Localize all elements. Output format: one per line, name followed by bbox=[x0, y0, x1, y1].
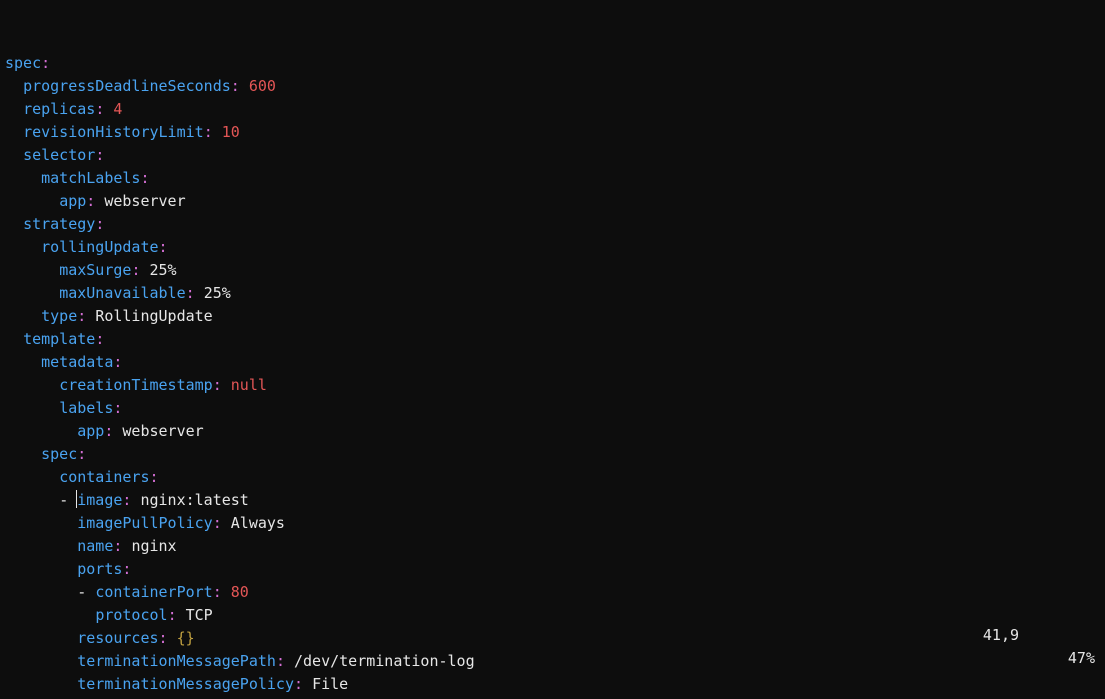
code-line: strategy: bbox=[5, 213, 1100, 236]
code-line: rollingUpdate: bbox=[5, 236, 1100, 259]
code-line: app: webserver bbox=[5, 420, 1100, 443]
code-line: terminationMessagePolicy: File bbox=[5, 673, 1100, 696]
code-line: creationTimestamp: null bbox=[5, 374, 1100, 397]
code-line: ports: bbox=[5, 558, 1100, 581]
code-line: maxUnavailable: 25% bbox=[5, 282, 1100, 305]
code-editor[interactable]: spec: progressDeadlineSeconds: 600 repli… bbox=[0, 0, 1105, 699]
code-line: app: webserver bbox=[5, 190, 1100, 213]
code-line: type: RollingUpdate bbox=[5, 305, 1100, 328]
code-line: - containerPort: 80 bbox=[5, 581, 1100, 604]
code-line: containers: bbox=[5, 466, 1100, 489]
code-line: spec: bbox=[5, 52, 1100, 75]
code-line: selector: bbox=[5, 144, 1100, 167]
code-line: metadata: bbox=[5, 351, 1100, 374]
code-line: terminationMessagePath: /dev/termination… bbox=[5, 650, 1100, 673]
yaml-code: spec: progressDeadlineSeconds: 600 repli… bbox=[5, 52, 1100, 699]
code-line: name: nginx bbox=[5, 535, 1100, 558]
code-line: revisionHistoryLimit: 10 bbox=[5, 121, 1100, 144]
scroll-percent: 47% bbox=[1068, 647, 1095, 670]
code-line: matchLabels: bbox=[5, 167, 1100, 190]
code-line: imagePullPolicy: Always bbox=[5, 512, 1100, 535]
code-line: resources: {} bbox=[5, 627, 1100, 650]
code-line: replicas: 4 bbox=[5, 98, 1100, 121]
code-line: template: bbox=[5, 328, 1100, 351]
code-line: progressDeadlineSeconds: 600 bbox=[5, 75, 1100, 98]
status-bar: 41,9 47% bbox=[947, 601, 1095, 693]
code-line: spec: bbox=[5, 443, 1100, 466]
cursor-position: 41,9 bbox=[983, 624, 1019, 647]
code-line: labels: bbox=[5, 397, 1100, 420]
code-line: - image: nginx:latest bbox=[5, 489, 1100, 512]
code-line: protocol: TCP bbox=[5, 604, 1100, 627]
code-line: maxSurge: 25% bbox=[5, 259, 1100, 282]
